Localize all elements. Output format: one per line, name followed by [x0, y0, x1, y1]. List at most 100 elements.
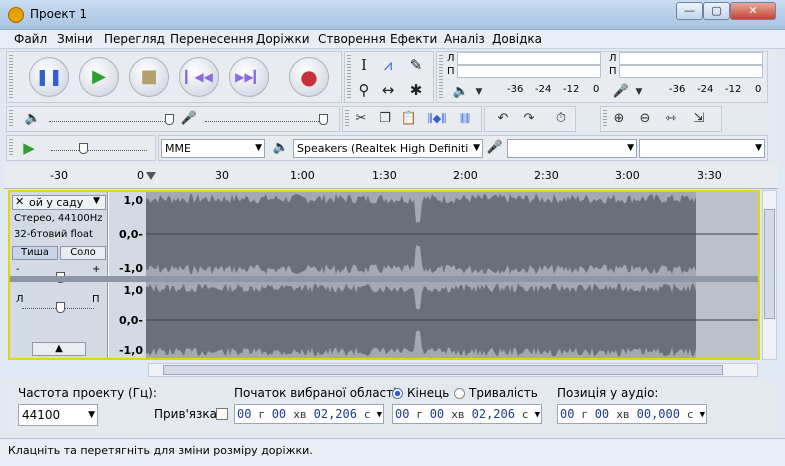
play-head-marker[interactable] — [146, 172, 156, 180]
selection-tool-icon[interactable]: I — [353, 54, 375, 76]
pan-thumb[interactable] — [56, 302, 65, 313]
mixer-toolbar: 🔈 🎤 — [6, 106, 340, 132]
length-radio[interactable] — [454, 388, 465, 399]
ruler-tick: 3:00 — [615, 169, 640, 182]
timeline-ruler[interactable]: -30 0 30 1:00 1:30 2:00 2:30 3:00 3:30 — [4, 164, 778, 189]
menu-generate[interactable]: Створення — [318, 32, 386, 46]
paste-icon[interactable]: 📋 — [399, 109, 419, 129]
toolbar-grip[interactable] — [439, 55, 443, 99]
close-track-icon[interactable]: ✕ — [15, 195, 24, 208]
trim-icon[interactable]: ⫼◆⫼ — [427, 109, 447, 129]
skip-start-button[interactable]: ▎◀◀ — [179, 57, 219, 97]
horizontal-scroll-thumb[interactable] — [163, 365, 723, 375]
chevron-down-icon[interactable]: ▼ — [535, 406, 540, 424]
toolbar-grip[interactable] — [603, 110, 607, 128]
vertical-scroll-thumb[interactable] — [764, 209, 775, 319]
track-name-bar[interactable]: ✕ ой у саду ▼ — [12, 195, 106, 210]
play-scale-0: 0 — [593, 84, 600, 95]
input-volume-slider[interactable] — [205, 121, 327, 122]
toolbar-grip[interactable] — [9, 110, 13, 128]
track-menu-chevron-icon[interactable]: ▼ — [93, 196, 100, 206]
waveform-right-channel[interactable] — [146, 282, 758, 358]
play-icon: ▶ — [92, 66, 106, 87]
skip-start-icon: ▎◀◀ — [185, 70, 213, 84]
output-device-value: Speakers (Realtek High Definiti — [297, 142, 469, 155]
menu-tracks[interactable]: Доріжки — [256, 32, 310, 46]
timeshift-tool-icon[interactable]: ↔ — [377, 79, 399, 101]
collapse-track-icon[interactable]: ▲ — [32, 342, 86, 356]
redo-icon[interactable]: ↷ — [519, 109, 539, 129]
menu-effects[interactable]: Ефекти — [390, 32, 437, 46]
undo-icon[interactable]: ↶ — [493, 109, 513, 129]
multi-tool-icon[interactable]: ✱ — [405, 79, 427, 101]
horizontal-scrollbar[interactable] — [148, 363, 758, 377]
zoom-in-icon[interactable]: ⊕ — [609, 109, 629, 129]
end-radio[interactable] — [392, 388, 403, 399]
vertical-scrollbar[interactable] — [762, 190, 777, 360]
input-channels-select[interactable]: ▼ — [639, 139, 765, 158]
chevron-down-icon[interactable]: ▼ — [377, 406, 382, 424]
selection-end-field[interactable]: 00 г 00 хв 02,206 с ▼ — [392, 404, 542, 424]
rec-meter-right-label: П — [609, 66, 617, 77]
record-icon: ● — [300, 65, 318, 89]
chevron-down-icon[interactable]: ▼ — [700, 406, 705, 424]
maximize-button[interactable]: ▢ — [703, 2, 730, 20]
mute-button[interactable]: Тиша — [12, 246, 58, 260]
pause-button[interactable]: ❚❚ — [29, 57, 69, 97]
output-device-select[interactable]: Speakers (Realtek High Definiti ▼ — [293, 139, 483, 158]
menu-transport[interactable]: Перенесення — [170, 32, 254, 46]
audio-position-field[interactable]: 00 г 00 хв 00,000 с ▼ — [557, 404, 707, 424]
fit-project-icon[interactable]: ⇲ — [689, 109, 709, 129]
selection-start-field[interactable]: 00 г 00 хв 02,206 с ▼ — [234, 404, 384, 424]
rec-meter-left — [619, 52, 763, 65]
waveform-left-channel[interactable] — [146, 192, 758, 276]
stop-button[interactable]: ■ — [129, 57, 169, 97]
device-toolbar: MME ▼ 🔈 Speakers (Realtek High Definiti ▼ … — [158, 135, 768, 161]
audio-host-value: MME — [165, 142, 191, 155]
envelope-tool-icon[interactable]: ⩘ — [377, 54, 399, 76]
menu-edit[interactable]: Зміни — [57, 32, 93, 46]
close-button[interactable]: ✕ — [730, 2, 776, 20]
snap-label: Прив'язка — [154, 407, 218, 421]
skip-end-button[interactable]: ▶▶▎ — [229, 57, 269, 97]
minimize-button[interactable]: — — [676, 2, 703, 20]
solo-button[interactable]: Соло — [60, 246, 106, 260]
toolbar-grip[interactable] — [345, 110, 349, 128]
draw-tool-icon[interactable]: ✎ — [405, 54, 427, 76]
output-volume-thumb[interactable] — [165, 114, 174, 125]
project-rate-select[interactable]: 44100 ▼ — [18, 404, 98, 426]
input-device-select[interactable]: ▼ — [507, 139, 637, 158]
menu-file[interactable]: Файл — [14, 32, 47, 46]
snap-checkbox[interactable] — [216, 408, 228, 420]
play-speed-slider[interactable] — [51, 150, 147, 151]
rec-meter-dropdown-icon[interactable]: ▼ — [629, 82, 649, 102]
play-meter-dropdown-icon[interactable]: ▼ — [469, 82, 489, 102]
rec-scale-24: -24 — [697, 84, 714, 95]
play-speed-thumb[interactable] — [79, 143, 88, 154]
input-volume-thumb[interactable] — [319, 114, 328, 125]
record-button[interactable]: ● — [289, 57, 329, 97]
end-seconds: 02,206 — [471, 407, 515, 421]
audio-host-select[interactable]: MME ▼ — [161, 139, 265, 158]
zoom-out-icon[interactable]: ⊖ — [635, 109, 655, 129]
microphone-icon: 🎤 — [486, 140, 504, 155]
vertical-scale-bottom[interactable]: 1,0 0,0- -1,0 — [109, 282, 146, 358]
vertical-scale-top[interactable]: 1,0 0,0- -1,0 — [109, 192, 146, 276]
toolbar-grip[interactable] — [347, 55, 351, 99]
menu-help[interactable]: Довідка — [492, 32, 542, 46]
play-scale-24: -24 — [535, 84, 552, 95]
copy-icon[interactable]: ❐ — [375, 109, 395, 129]
play-at-speed-icon[interactable]: ▶ — [19, 138, 39, 158]
menu-view[interactable]: Перегляд — [104, 32, 165, 46]
toolbar-grip[interactable] — [9, 55, 13, 99]
transcription-toolbar: ▶ — [6, 135, 156, 161]
output-volume-slider[interactable] — [49, 121, 173, 122]
toolbar-grip[interactable] — [9, 139, 13, 157]
silence-icon[interactable]: ⫼⫼ — [455, 109, 475, 129]
cut-icon[interactable]: ✂ — [351, 109, 371, 129]
sync-lock-icon[interactable]: ⏱ — [551, 109, 571, 129]
fit-selection-icon[interactable]: ⇿ — [661, 109, 681, 129]
menu-analyze[interactable]: Аналіз — [444, 32, 485, 46]
zoom-tool-icon[interactable]: ⚲ — [353, 79, 375, 101]
play-button[interactable]: ▶ — [79, 57, 119, 97]
